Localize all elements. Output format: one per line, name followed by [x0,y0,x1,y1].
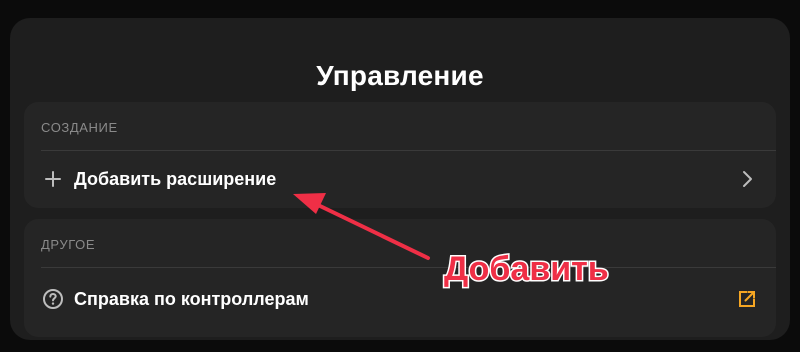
annotation-label: Добавить [443,249,611,290]
management-panel: Управление СОЗДАНИЕ Добавить расширение [10,18,790,340]
section-create: СОЗДАНИЕ Добавить расширение [24,102,776,208]
controller-help-row[interactable]: Справка по контроллерам [24,268,776,330]
screen: Управление СОЗДАНИЕ Добавить расширение [0,0,800,352]
add-extension-row[interactable]: Добавить расширение [24,151,776,207]
section-header-create: СОЗДАНИЕ [41,120,118,135]
add-extension-label: Добавить расширение [74,169,277,189]
help-circle-icon [42,288,64,310]
section-header-other: ДРУГОЕ [41,237,96,252]
external-link-icon[interactable] [736,288,758,310]
section-other: ДРУГОЕ Справка по контроллерам [24,219,776,337]
panel-title: Управление [316,60,484,91]
chevron-right-icon [736,168,758,190]
plus-icon [42,168,64,190]
controller-help-label: Справка по контроллерам [74,289,309,309]
